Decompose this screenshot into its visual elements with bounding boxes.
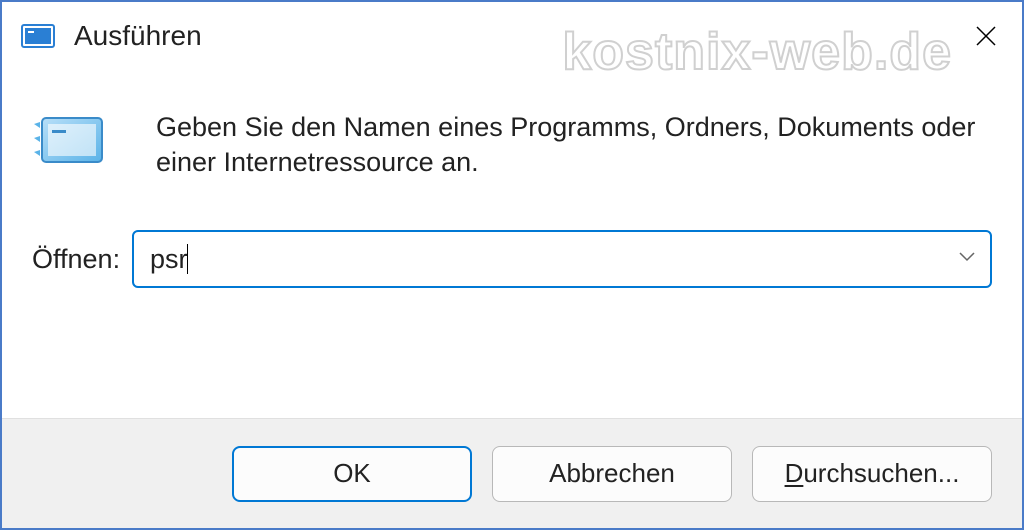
- open-label: Öffnen:: [32, 244, 132, 275]
- input-text: psr: [150, 244, 188, 275]
- input-row: Öffnen: psr: [32, 230, 992, 288]
- browse-button[interactable]: Durchsuchen...: [752, 446, 992, 502]
- run-app-icon: [20, 21, 56, 51]
- close-button[interactable]: [968, 18, 1004, 54]
- info-row: Geben Sie den Namen eines Programms, Ord…: [32, 110, 992, 180]
- window-title: Ausführen: [74, 20, 202, 52]
- open-combobox[interactable]: psr: [132, 230, 992, 288]
- run-dialog-window: Ausführen kostnix-web.de: [0, 0, 1024, 530]
- cancel-button[interactable]: Abbrechen: [492, 446, 732, 502]
- open-input[interactable]: psr: [132, 230, 992, 288]
- run-large-icon: [26, 110, 116, 170]
- button-bar: OK Abbrechen Durchsuchen...: [2, 418, 1022, 528]
- dialog-description: Geben Sie den Namen eines Programms, Ord…: [116, 110, 992, 180]
- dialog-content: Geben Sie den Namen eines Programms, Ord…: [2, 70, 1022, 288]
- close-icon: [975, 25, 997, 47]
- text-caret: [187, 244, 189, 274]
- titlebar: Ausführen: [2, 2, 1022, 70]
- ok-button[interactable]: OK: [232, 446, 472, 502]
- browse-accel: D: [785, 458, 804, 488]
- browse-label-rest: urchsuchen...: [803, 458, 959, 488]
